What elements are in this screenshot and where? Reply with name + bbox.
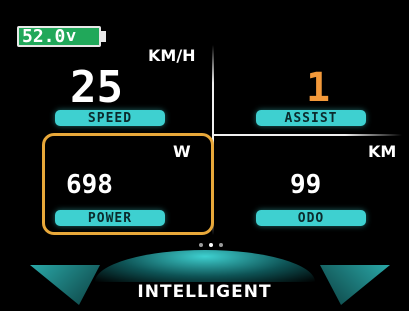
battery-terminal-icon [101, 31, 106, 42]
page-dot [199, 243, 203, 247]
riding-mode-label: INTELLIGENT [137, 282, 272, 302]
page-dot-active [209, 243, 213, 247]
bottom-glow-arc [95, 250, 315, 282]
battery-voltage: 52.0 [22, 26, 66, 47]
battery-indicator: 52.0 V [17, 26, 101, 47]
power-value: 698 [66, 170, 113, 200]
assist-level-value: 1 [306, 65, 331, 111]
power-label: POWER [55, 210, 165, 226]
odo-unit: KM [368, 142, 397, 161]
assist-label: ASSIST [256, 110, 366, 126]
power-unit: W [173, 142, 191, 161]
speed-value: 25 [70, 62, 123, 113]
speed-unit: KM/H [148, 46, 196, 65]
odo-value: 99 [290, 170, 322, 200]
odo-label: ODO [256, 210, 366, 226]
page-dot [219, 243, 223, 247]
horizontal-divider [212, 134, 402, 136]
battery-unit: V [66, 29, 76, 44]
speed-label: SPEED [55, 110, 165, 126]
page-indicator [199, 243, 223, 247]
